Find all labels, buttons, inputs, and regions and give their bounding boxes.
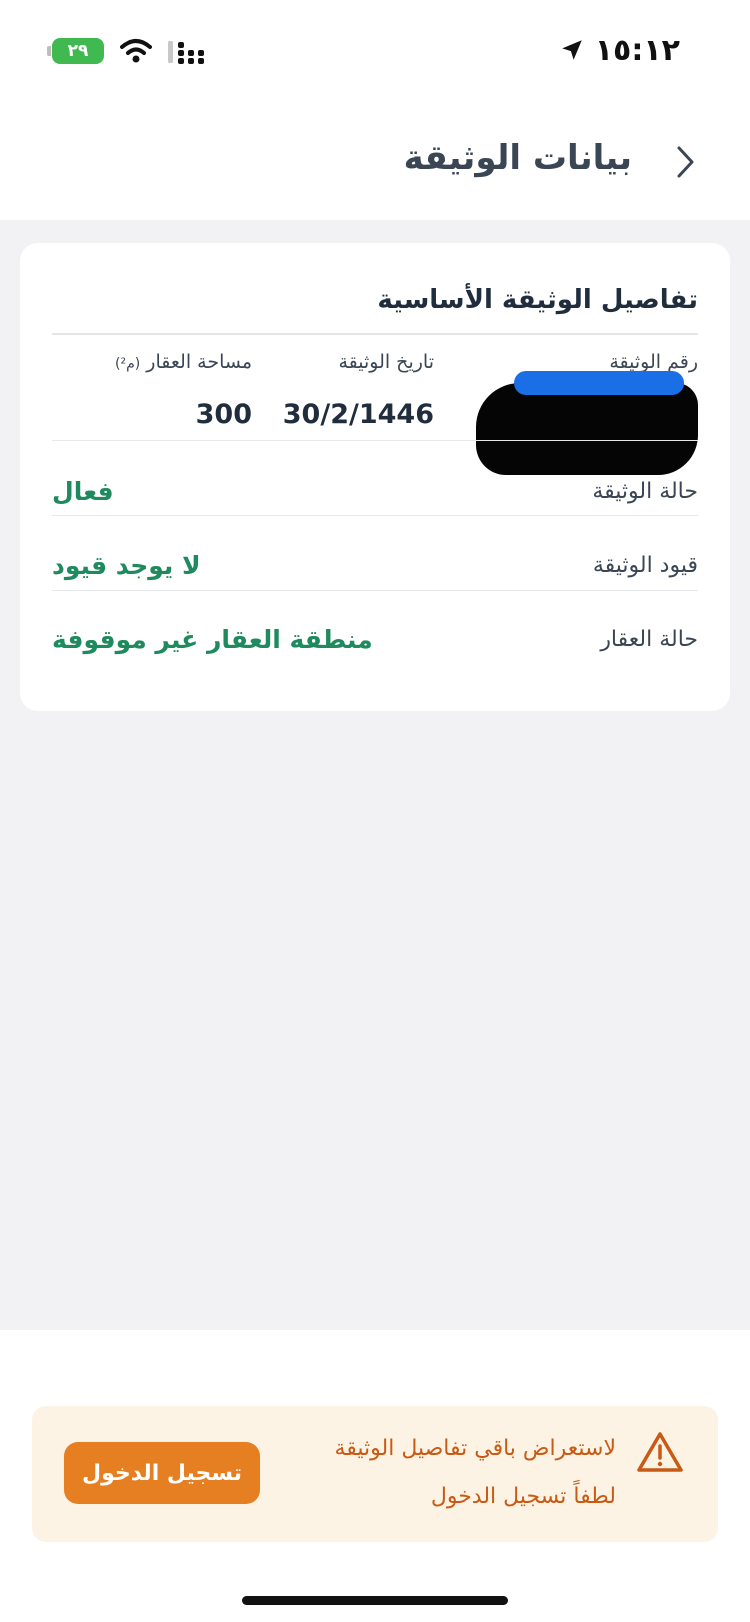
redaction-mark [476, 371, 698, 475]
home-indicator[interactable] [242, 1596, 508, 1605]
banner-message-line1: لاستعراض باقي تفاصيل الوثيقة [334, 1436, 616, 1461]
status-time-group: ١٥:١٢ [559, 30, 680, 70]
battery-icon: ٢٩ [47, 38, 104, 64]
battery-level: ٢٩ [67, 41, 89, 61]
location-arrow-icon [562, 40, 582, 60]
login-button[interactable]: تسجيل الدخول [64, 1442, 260, 1504]
status-indicators: ٢٩ [47, 34, 206, 68]
status-bar: ١٥:١٢ ٢٩ [0, 0, 750, 100]
doc-restrictions-value: لا يوجد قيود [52, 551, 201, 580]
doc-number-label: رقم الوثيقة [609, 351, 698, 373]
row-divider [52, 515, 698, 516]
doc-date-block: تاريخ الوثيقة 30/2/1446 [234, 351, 434, 430]
title-divider [52, 333, 698, 335]
page-header: بيانات الوثيقة [0, 100, 750, 220]
row-divider [52, 590, 698, 591]
warning-triangle-icon [637, 1432, 683, 1472]
signal-icon [168, 41, 204, 64]
property-status-label: حالة العقار [600, 627, 698, 652]
doc-restrictions-label: قيود الوثيقة [592, 553, 698, 578]
doc-status-label: حالة الوثيقة [592, 479, 698, 504]
back-button[interactable] [666, 140, 706, 184]
area-label-line: مساحة العقار (م²) [52, 351, 252, 373]
status-time: ١٥:١٢ [594, 32, 680, 68]
banner-message-line2: لطفاً تسجيل الدخول [430, 1484, 616, 1509]
property-status-value: منطقة العقار غير موقوفة [52, 625, 373, 654]
login-prompt-banner: لاستعراض باقي تفاصيل الوثيقة لطفاً تسجيل… [32, 1406, 718, 1542]
chevron-right-icon [677, 146, 694, 178]
document-details-card: تفاصيل الوثيقة الأساسية رقم الوثيقة تاري… [20, 243, 730, 711]
doc-status-value: فعال [52, 477, 114, 506]
area-label: مساحة العقار [146, 351, 252, 373]
card-title: تفاصيل الوثيقة الأساسية [377, 285, 698, 315]
area-unit: (م²) [115, 356, 141, 372]
info-divider [52, 440, 698, 441]
area-block: مساحة العقار (م²) 300 [52, 351, 252, 430]
page-title: بيانات الوثيقة [403, 138, 632, 178]
wifi-icon [120, 39, 152, 63]
doc-date-label: تاريخ الوثيقة [338, 351, 434, 373]
area-value: 300 [195, 399, 252, 430]
doc-date-value: 30/2/1446 [282, 399, 434, 430]
